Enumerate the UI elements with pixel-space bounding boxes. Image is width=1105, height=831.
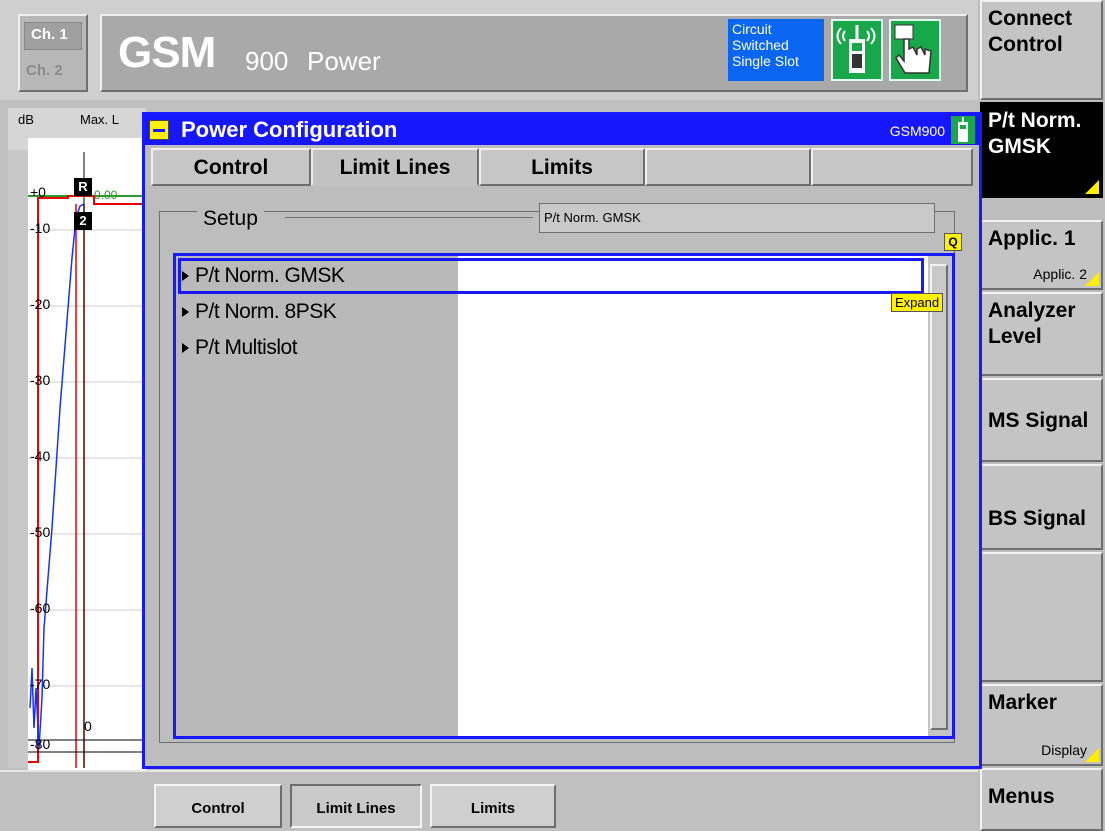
marker-value: 0.00 (94, 188, 118, 202)
y-tick-label: -40 (30, 448, 51, 464)
query-icon[interactable]: Q (944, 233, 962, 251)
softkey-indicator-icon (1085, 748, 1099, 762)
softkey-panel: Connect Control P/t Norm. GMSK Applic. 1… (978, 0, 1105, 831)
channel-1-button[interactable]: Ch. 1 (24, 22, 82, 50)
tree-item-label: P/t Norm. 8PSK (195, 300, 337, 323)
softkey-sublabel: Display (1041, 742, 1087, 758)
softkey-analyzer-level[interactable]: Analyzer Level (980, 292, 1103, 376)
y-tick-label: -80 (30, 736, 51, 752)
tree-item-label: P/t Norm. GMSK (195, 264, 345, 287)
softkey-applic[interactable]: Applic. 1 Applic. 2 (980, 220, 1103, 290)
y-tick-label: -30 (30, 372, 51, 388)
tree-item-pt-multislot[interactable]: P/t Multislot (182, 336, 298, 360)
mode-line: Single Slot (732, 53, 799, 69)
y-tick-label: -60 (30, 600, 51, 616)
softkey-sublabel: Applic. 2 (1033, 266, 1087, 282)
scrollbar-thumb[interactable] (930, 264, 948, 730)
dialog-title: Power Configuration (181, 117, 398, 142)
tree-value-column (458, 256, 928, 736)
softkey-empty[interactable] (980, 552, 1103, 682)
marker-r-icon[interactable]: R (74, 178, 92, 196)
softkey-label: BS Signal (988, 507, 1087, 530)
softkey-connect-control[interactable]: Connect Control (980, 0, 1103, 100)
softkey-menus[interactable]: Menus (980, 768, 1103, 831)
bottom-tab-limit-lines[interactable]: Limit Lines (290, 784, 422, 828)
trace-plot (28, 152, 146, 768)
tree-item-pt-norm-gmsk[interactable]: P/t Norm. GMSK (182, 264, 345, 288)
dialog-standard: GSM900 (889, 123, 945, 139)
app-title: GSM (118, 28, 216, 77)
softkey-ms-signal[interactable]: MS Signal (980, 378, 1103, 462)
marker-2-icon[interactable]: 2 (74, 212, 92, 230)
softkey-label: Connect Control (988, 7, 1072, 56)
tab-control[interactable]: Control (151, 148, 311, 186)
tab-empty-2[interactable] (811, 148, 973, 186)
tab-empty-1[interactable] (645, 148, 811, 186)
softkey-label: Marker (988, 691, 1057, 714)
tab-limit-lines[interactable]: Limit Lines (311, 148, 479, 186)
mode-line: Switched (732, 37, 789, 53)
header-bar: Ch. 1 Ch. 2 GSM 900 Power Circuit Switch… (0, 0, 978, 100)
softkey-label: Analyzer Level (988, 299, 1076, 348)
tree-scrollbar[interactable] (928, 256, 952, 736)
mobile-phone-icon (951, 116, 975, 144)
setup-current-field: P/t Norm. GMSK (539, 203, 935, 233)
bottom-tab-limits[interactable]: Limits (430, 784, 556, 828)
y-tick-label: -10 (30, 220, 51, 236)
y-tick-label: -70 (30, 676, 51, 692)
expand-arrow-icon (182, 343, 189, 354)
softkey-indicator-icon (1085, 180, 1099, 194)
bottom-tab-control[interactable]: Control (154, 784, 282, 828)
channel-selector[interactable]: Ch. 1 Ch. 2 (18, 14, 88, 92)
softkey-indicator-icon (1085, 272, 1099, 286)
tab-limits[interactable]: Limits (479, 148, 645, 186)
app-subtitle: Power (307, 46, 381, 76)
y-tick-label: -20 (30, 296, 51, 312)
softkey-label: MS Signal (988, 409, 1089, 432)
expand-arrow-icon (182, 307, 189, 318)
tree-item-label: P/t Multislot (195, 336, 298, 359)
tree-label-column (176, 256, 458, 736)
mode-line: Circuit (732, 21, 772, 37)
expand-button[interactable]: Expand (891, 293, 944, 312)
mobile-phone-icon (831, 19, 883, 81)
expand-arrow-icon (182, 271, 189, 282)
limit-lines-tree: P/t Norm. GMSK P/t Norm. 8PSK P/t Multis… (173, 253, 955, 739)
tree-item-pt-norm-8psk[interactable]: P/t Norm. 8PSK (182, 300, 337, 324)
softkey-label: P/t Norm. GMSK (988, 109, 1082, 158)
softkey-label: Menus (988, 785, 1055, 808)
title-panel: GSM 900 Power Circuit Switched Single Sl… (100, 14, 968, 92)
trace-graph-panel: dB Max. L +0 -10 -20 -30 -40 -50 -60 -70… (8, 108, 146, 778)
app-band: 900 (245, 46, 289, 76)
softkey-bs-signal[interactable]: BS Signal (980, 464, 1103, 550)
bottom-tab-bar: Control Limit Lines Limits (0, 770, 978, 831)
mode-indicator: Circuit Switched Single Slot (728, 19, 824, 81)
x-zero-label: 0 (84, 718, 92, 734)
y-tick-label: -50 (30, 524, 51, 540)
power-configuration-dialog: Power Configuration GSM900 Control Limit… (142, 112, 982, 769)
channel-2-button[interactable]: Ch. 2 (26, 62, 63, 79)
touch-hand-icon[interactable] (889, 19, 941, 81)
softkey-label: Applic. 1 (988, 227, 1076, 250)
softkey-marker[interactable]: Marker Display (980, 684, 1103, 766)
setup-label: Setup (197, 207, 264, 231)
dialog-tabs: Control Limit Lines Limits (151, 148, 973, 186)
dialog-titlebar: Power Configuration GSM900 (145, 115, 979, 145)
setup-divider (285, 217, 533, 218)
y-tick-label: +0 (30, 184, 46, 200)
window-menu-icon[interactable] (149, 120, 169, 140)
softkey-pt-norm-gmsk[interactable]: P/t Norm. GMSK (980, 102, 1103, 198)
